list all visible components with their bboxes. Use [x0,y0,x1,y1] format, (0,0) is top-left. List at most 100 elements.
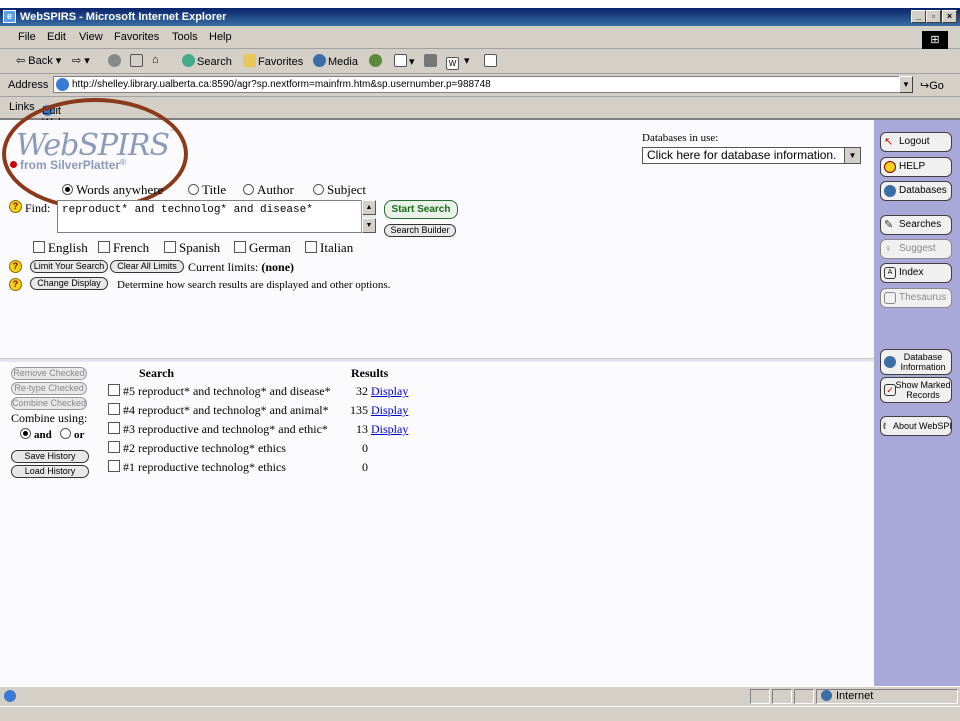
home-icon: ⌂ [152,54,159,66]
mail-button[interactable]: ▾ [394,54,415,68]
history-row: #3 reproductive and technolog* and ethic… [108,422,328,437]
suggest-icon: ♀ [884,243,893,255]
help-icon[interactable]: ? [9,278,22,291]
address-url: http://shelley.library.ualberta.ca:8590/… [72,79,491,90]
search-builder-button[interactable]: Search Builder [384,224,456,237]
find-input[interactable]: reproduct* and technolog* and disease* [57,200,376,233]
checkbox-icon[interactable] [108,460,120,472]
start-search-button[interactable]: Start Search [384,200,458,219]
logout-button[interactable]: ↖ Logout [880,132,952,152]
display-link[interactable]: Display [371,403,408,417]
stop-button[interactable] [108,54,123,68]
about-webspirs-button[interactable]: ℓAbout WebSPIRS [880,416,952,436]
lang-german[interactable]: German [234,240,291,256]
change-display-text: Determine how search results are display… [117,279,391,291]
databases-button[interactable]: Databases [880,181,952,201]
scroll-down-icon[interactable]: ▼ [362,218,376,233]
maximize-button[interactable]: ▫ [926,10,941,23]
go-button[interactable]: ↪Go [920,79,944,92]
checkbox-icon[interactable] [108,422,120,434]
address-input[interactable]: http://shelley.library.ualberta.ca:8590/… [53,76,901,93]
links-label[interactable]: Links [9,101,35,113]
remove-checked-button[interactable]: Remove Checked [11,367,87,380]
status-cell [772,689,792,704]
menu-bar: File Edit View Favorites Tools Help ⊞ [0,26,960,49]
history-row: #5 reproduct* and technolog* and disease… [108,384,331,399]
show-marked-records-button[interactable]: ✓ Show Marked Records [880,377,952,403]
help-icon[interactable]: ? [9,200,22,213]
language-options: English French Spanish German Italian [33,240,373,256]
refresh-icon [130,54,143,67]
menu-edit[interactable]: Edit [47,31,66,43]
back-button[interactable]: ⇦ Back ▾ [16,54,61,67]
home-button[interactable]: ⌂ [152,54,159,66]
taskbar-strip [0,706,960,721]
minimize-button[interactable]: _ [911,10,926,23]
checkbox-icon[interactable] [108,441,120,453]
lang-spanish[interactable]: Spanish [164,240,220,256]
combine-or-radio[interactable]: or [60,428,84,441]
checkbox-icon [98,241,110,253]
display-link[interactable]: Display [371,422,408,436]
print-icon [424,54,437,67]
menu-help[interactable]: Help [209,31,232,43]
checkbox-icon[interactable] [108,384,120,396]
suggest-button[interactable]: ♀ Suggest [880,239,952,259]
address-bar: Address http://shelley.library.ualberta.… [0,74,960,97]
close-button[interactable]: × [942,10,957,23]
help-icon[interactable]: ? [9,260,22,273]
radio-icon [60,428,71,439]
status-bar: Internet [0,686,960,707]
lang-english[interactable]: English [33,240,88,256]
combine-and-radio[interactable]: and [20,428,52,441]
menu-view[interactable]: View [79,31,103,43]
print-button[interactable] [424,54,439,68]
scroll-up-icon[interactable]: ▲ [362,200,376,215]
history-icon [369,54,382,67]
retype-checked-button[interactable]: Re-type Checked [11,382,87,395]
clear-limits-button[interactable]: Clear All Limits [110,260,184,273]
radio-icon [243,184,254,195]
search-button[interactable]: Search [182,54,232,68]
menu-tools[interactable]: Tools [172,31,198,43]
field-subject[interactable]: Subject [313,182,366,198]
field-words-anywhere[interactable]: Words anywhere [62,182,163,197]
change-display-button[interactable]: Change Display [30,277,108,290]
index-button[interactable]: A Index [880,263,952,283]
refresh-button[interactable] [130,54,145,68]
mail-icon [394,54,407,67]
save-history-button[interactable]: Save History [11,450,89,463]
history-result: 0 [362,460,368,474]
status-text [2,689,748,704]
thesaurus-button[interactable]: Thesaurus [880,288,952,308]
lang-italian[interactable]: Italian [305,240,353,256]
discuss-button[interactable] [484,54,499,68]
database-select[interactable]: Click here for database information. ▼ [642,147,861,164]
checkbox-icon [234,241,246,253]
radio-icon [188,184,199,195]
address-dropdown[interactable]: ▼ [899,76,913,93]
frame-divider[interactable] [0,358,874,363]
search-field-options: Words anywhere Title Author Subject [62,182,366,198]
searches-button[interactable]: ✎ Searches [880,215,952,235]
address-label: Address [8,79,49,91]
display-link[interactable]: Display [371,384,408,398]
lang-french[interactable]: French [98,240,149,256]
forward-button[interactable]: ⇨ ▾ [72,54,90,67]
menu-file[interactable]: File [18,31,36,43]
field-title[interactable]: Title [188,182,226,198]
combine-checked-button[interactable]: Combine Checked [11,397,87,410]
favorites-button[interactable]: Favorites [243,54,303,68]
edit-word-button[interactable]: W ▾ [446,54,470,70]
menu-favorites[interactable]: Favorites [114,31,159,43]
limit-search-button[interactable]: Limit Your Search [30,260,108,273]
load-history-button[interactable]: Load History [11,465,89,478]
history-button[interactable] [369,54,384,68]
find-scrollbar[interactable]: ▲ ▼ [361,200,376,233]
checkbox-icon[interactable] [108,403,120,415]
help-button[interactable]: HELP [880,157,952,177]
field-author[interactable]: Author [243,182,294,198]
browser-toolbar: ⇦ Back ▾ ⇨ ▾ ⌂ Search Favorites Media ▾ … [0,49,960,74]
media-button[interactable]: Media [313,54,358,68]
database-information-button[interactable]: Database Information [880,349,952,375]
